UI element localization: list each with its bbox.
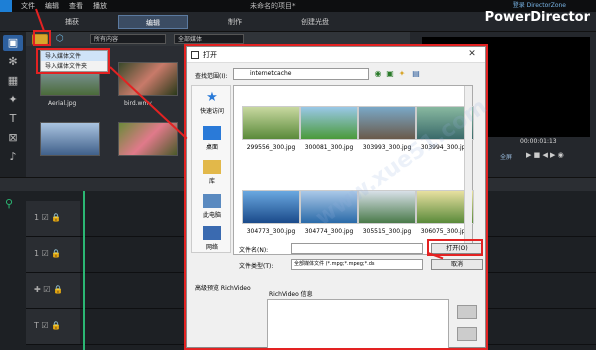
rich-preview-label: 高级预览 RichVideo xyxy=(195,285,251,292)
media-thumb[interactable] xyxy=(40,122,100,156)
new-folder-icon[interactable]: ✦ xyxy=(397,69,407,79)
network-icon xyxy=(203,226,221,240)
file-thumb[interactable] xyxy=(242,190,300,224)
open-button[interactable]: 打开(O) xyxy=(431,243,483,254)
playback-controls[interactable]: ▶ ■ ◀ ▶ ◉ xyxy=(526,151,564,159)
file-thumb[interactable] xyxy=(300,106,358,140)
view-menu-icon[interactable]: ▤ xyxy=(411,69,421,79)
tab-edit[interactable]: 编辑 xyxy=(118,15,188,29)
brand-logo: PowerDirector xyxy=(484,10,590,25)
particle-room-icon[interactable]: ✦ xyxy=(3,92,23,108)
fullscreen-button[interactable]: 全屏 xyxy=(500,152,512,161)
file-name[interactable]: 300081_300.jpg xyxy=(300,144,358,151)
close-icon[interactable]: ✕ xyxy=(459,47,485,62)
track-checkbox-icon[interactable]: 1 ☑ 🔒 xyxy=(34,213,61,222)
file-name[interactable]: 299556_300.jpg xyxy=(242,144,300,151)
filename-input[interactable] xyxy=(291,243,423,254)
media-type-select[interactable]: 全部媒体 xyxy=(174,34,244,44)
dialog-title: 打开 xyxy=(187,47,485,63)
filetype-label: 文件类型(T): xyxy=(239,263,274,270)
library-icon xyxy=(203,160,221,174)
login-link[interactable]: 登录 DirectorZone xyxy=(513,0,566,9)
file-name[interactable]: 304773_300.jpg xyxy=(242,228,300,235)
window-title: 未命名的项目* xyxy=(250,2,296,10)
track-checkbox-icon[interactable]: 1 ☑ 🔒 xyxy=(34,249,61,258)
pip-room-icon[interactable]: ▦ xyxy=(3,73,23,89)
menu-import-media-files[interactable]: 导入媒体文件 xyxy=(41,51,107,61)
media-thumb[interactable] xyxy=(118,62,178,96)
place-this-pc[interactable]: 此电脑 xyxy=(192,194,232,219)
richvideo-info-box xyxy=(267,299,449,349)
lookin-select[interactable]: internetcache xyxy=(233,68,369,80)
dialog-window-icon xyxy=(191,51,199,59)
filetype-select[interactable]: 全部媒体文件 (*.mpg;*.mpeg;*.ds xyxy=(291,259,423,270)
plugin-icon[interactable]: ⬡ xyxy=(56,34,64,44)
places-bar: ★ 快速访问 桌面 库 此电脑 网络 xyxy=(191,85,231,253)
file-name[interactable]: 304774_300.jpg xyxy=(300,228,358,235)
media-thumb[interactable] xyxy=(118,122,178,156)
room-toolbar: ▣ ✻ ▦ ✦ T ⊠ ♪ xyxy=(0,32,26,177)
file-thumb[interactable] xyxy=(358,106,416,140)
menu-view[interactable]: 查看 xyxy=(64,1,88,11)
transition-room-icon[interactable]: ⊠ xyxy=(3,130,23,146)
track-checkbox-icon[interactable]: ✚ ☑ 🔒 xyxy=(34,285,63,294)
place-desktop[interactable]: 桌面 xyxy=(192,126,232,151)
richvideo-info-label: RichVideo 信息 xyxy=(269,291,313,298)
desktop-icon xyxy=(203,126,221,140)
library-filter-select[interactable]: 所有内容 xyxy=(90,34,166,44)
menu-edit[interactable]: 编辑 xyxy=(40,1,64,11)
timeline-playhead[interactable] xyxy=(83,191,85,350)
file-thumb[interactable] xyxy=(242,106,300,140)
magic-tool-icon[interactable]: ⚲ xyxy=(5,197,13,210)
effects-room-icon[interactable]: ✻ xyxy=(3,54,23,70)
lookin-label: 查找范围(I): xyxy=(195,73,228,80)
up-folder-icon[interactable]: ▣ xyxy=(385,69,395,79)
cancel-button[interactable]: 取消 xyxy=(431,259,483,270)
timecode-display: 00:00:01:13 xyxy=(520,138,557,145)
audio-room-icon[interactable]: ♪ xyxy=(3,149,23,165)
place-quick-access[interactable]: ★ 快速访问 xyxy=(192,90,232,115)
tab-create-disc[interactable]: 创建光盘 xyxy=(280,15,350,29)
filename-label: 文件名(N): xyxy=(239,247,269,254)
place-library[interactable]: 库 xyxy=(192,160,232,185)
menu-play[interactable]: 播放 xyxy=(88,1,112,11)
computer-icon xyxy=(203,194,221,208)
preview-stop-icon[interactable] xyxy=(457,327,477,341)
import-context-menu: 导入媒体文件 导入媒体文件夹 xyxy=(40,50,108,72)
star-icon: ★ xyxy=(206,90,218,105)
tab-capture[interactable]: 捕获 xyxy=(42,15,102,29)
tab-produce[interactable]: 制作 xyxy=(205,15,265,29)
title-room-icon[interactable]: T xyxy=(3,111,23,127)
media-thumb-label: Aerial.jpg xyxy=(48,100,77,107)
file-name[interactable]: 305515_300.jpg xyxy=(358,228,416,235)
import-folder-icon[interactable] xyxy=(32,33,48,45)
place-network[interactable]: 网络 xyxy=(192,226,232,251)
file-list: 299556_300.jpg 300081_300.jpg 303993_300… xyxy=(233,85,474,255)
app-icon xyxy=(0,0,12,12)
preview-play-icon[interactable] xyxy=(457,305,477,319)
media-room-icon[interactable]: ▣ xyxy=(3,35,23,51)
menu-import-media-folder[interactable]: 导入媒体文件夹 xyxy=(41,61,107,71)
track-checkbox-icon[interactable]: T ☑ 🔒 xyxy=(34,321,61,330)
back-icon[interactable]: ◉ xyxy=(373,69,383,79)
library-toolbar: ⬡ 所有内容 全部媒体 xyxy=(26,32,410,46)
